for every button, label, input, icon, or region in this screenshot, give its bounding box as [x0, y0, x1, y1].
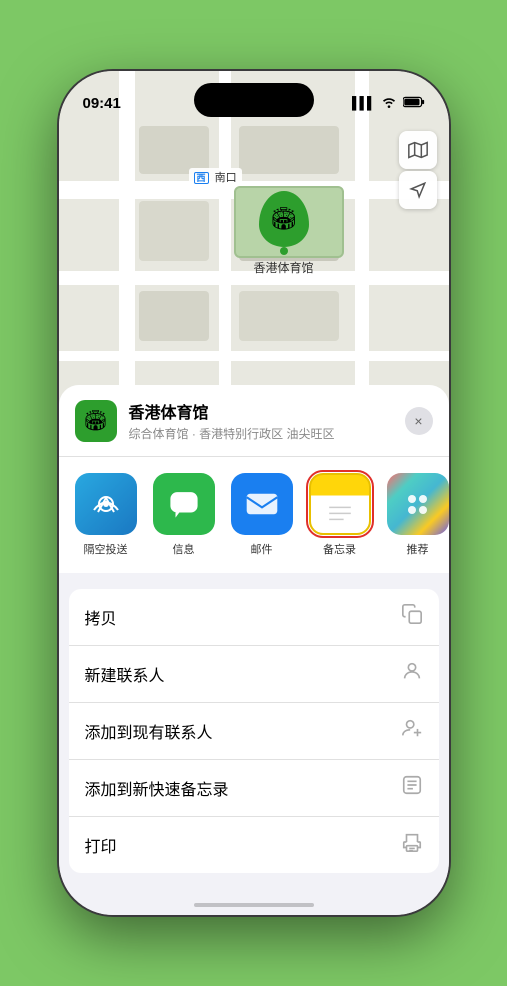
bottom-sheet: 🏟 香港体育馆 综合体育馆 · 香港特别行政区 油尖旺区 × — [59, 385, 449, 915]
share-row: 隔空投送 信息 — [59, 457, 449, 581]
road-h3 — [59, 351, 449, 361]
home-indicator — [194, 903, 314, 907]
stadium-icon: 🏟 — [270, 206, 298, 232]
person-add-icon — [401, 717, 423, 745]
mail-icon — [231, 473, 293, 535]
map-block — [139, 126, 209, 174]
location-venue-icon: 🏟 — [75, 400, 117, 442]
marker-pin: 🏟 — [259, 191, 309, 247]
marker-label: 香港体育馆 — [254, 259, 314, 276]
close-button[interactable]: × — [405, 407, 433, 435]
print-icon — [401, 831, 423, 859]
note-icon — [401, 774, 423, 802]
map-block — [239, 126, 339, 174]
dynamic-island — [194, 83, 314, 117]
airdrop-icon — [75, 473, 137, 535]
signal-icon: ▌▌▌ — [352, 96, 375, 110]
status-time: 09:41 — [83, 95, 121, 112]
location-name: 香港体育馆 — [129, 399, 393, 423]
action-quick-note[interactable]: 添加到新快速备忘录 — [69, 760, 439, 817]
action-new-contact[interactable]: 新建联系人 — [69, 646, 439, 703]
print-label: 打印 — [85, 833, 117, 857]
location-subtitle: 综合体育馆 · 香港特别行政区 油尖旺区 — [129, 425, 393, 442]
location-info: 香港体育馆 综合体育馆 · 香港特别行政区 油尖旺区 — [129, 399, 393, 442]
share-item-airdrop[interactable]: 隔空投送 — [71, 473, 141, 557]
south-entrance-label: 西 南口 — [189, 168, 242, 186]
map-block — [139, 201, 209, 261]
map-block — [239, 291, 339, 341]
battery-icon — [403, 96, 425, 111]
more-apps-icon — [387, 473, 449, 535]
wifi-icon — [381, 96, 397, 111]
quick-note-label: 添加到新快速备忘录 — [85, 776, 229, 800]
action-add-contact[interactable]: 添加到现有联系人 — [69, 703, 439, 760]
map-type-button[interactable] — [399, 131, 437, 169]
share-item-mail[interactable]: 邮件 — [227, 473, 297, 557]
copy-icon — [401, 603, 423, 631]
add-contact-label: 添加到现有联系人 — [85, 719, 213, 743]
location-header: 🏟 香港体育馆 综合体育馆 · 香港特别行政区 油尖旺区 × — [59, 385, 449, 457]
notes-icon — [309, 473, 371, 535]
copy-label: 拷贝 — [85, 605, 117, 629]
share-item-more[interactable]: 推荐 — [383, 473, 449, 557]
map-block — [139, 291, 209, 341]
airdrop-label: 隔空投送 — [84, 541, 128, 557]
more-label: 推荐 — [407, 541, 429, 557]
status-icons: ▌▌▌ — [352, 96, 425, 111]
action-list: 拷贝 新建联系人 — [69, 589, 439, 873]
phone-screen: 09:41 ▌▌▌ — [59, 71, 449, 915]
message-icon — [153, 473, 215, 535]
action-copy[interactable]: 拷贝 — [69, 589, 439, 646]
share-item-notes[interactable]: 备忘录 — [305, 473, 375, 557]
location-button[interactable] — [399, 171, 437, 209]
new-contact-label: 新建联系人 — [85, 662, 165, 686]
action-print[interactable]: 打印 — [69, 817, 439, 873]
share-item-message[interactable]: 信息 — [149, 473, 219, 557]
phone-frame: 09:41 ▌▌▌ — [59, 71, 449, 915]
map-controls — [399, 131, 437, 209]
map-marker[interactable]: 🏟 香港体育馆 — [254, 191, 314, 276]
person-icon — [401, 660, 423, 688]
message-label: 信息 — [173, 541, 195, 557]
notes-label: 备忘录 — [323, 541, 356, 557]
mail-label: 邮件 — [251, 541, 273, 557]
